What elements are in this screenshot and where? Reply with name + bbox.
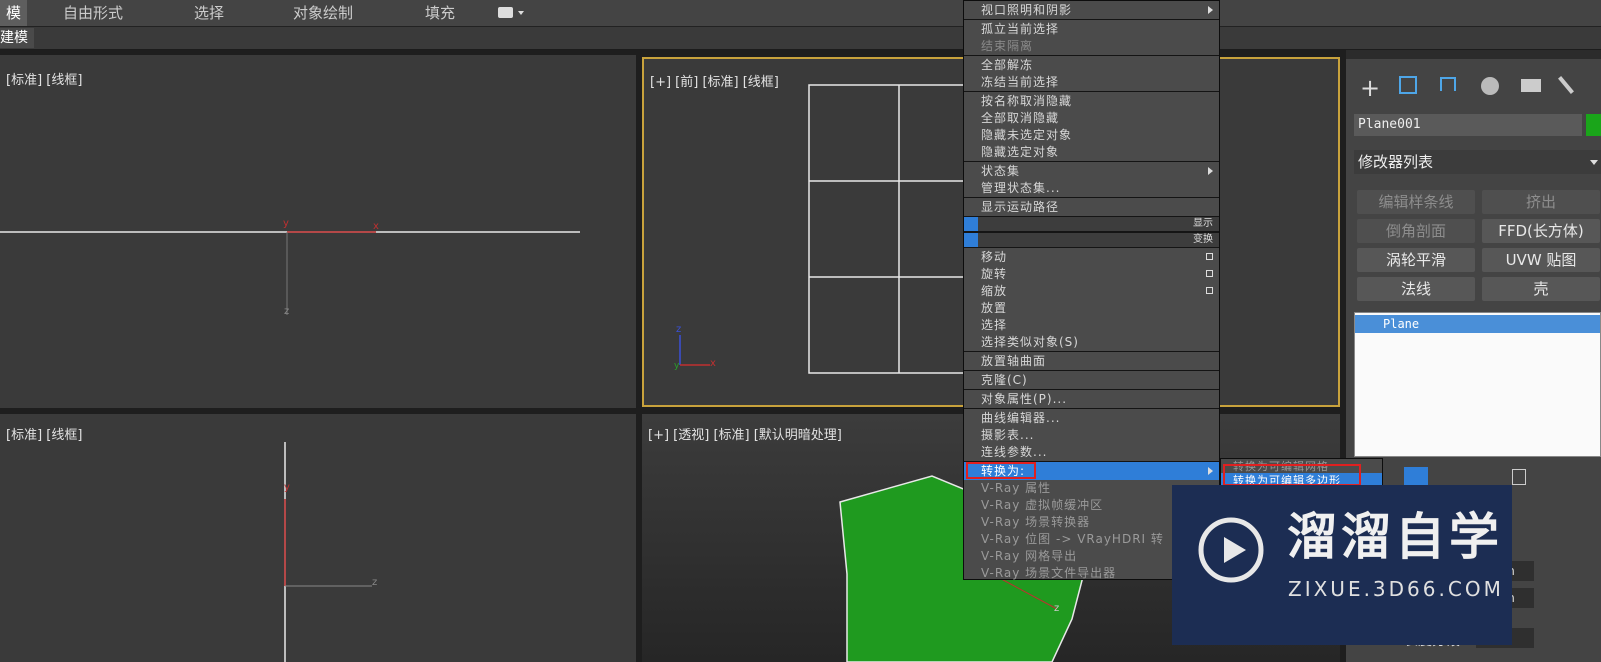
- menu-item-end-isolate[interactable]: 结束隔离: [964, 38, 1219, 54]
- submenu-arrow-icon: [1208, 6, 1213, 14]
- quad-header-label: 变换: [1193, 234, 1213, 245]
- chevron-down-icon: [1590, 160, 1598, 165]
- ribbon-subbar: [0, 27, 1601, 50]
- create-tab-icon[interactable]: +: [1360, 76, 1380, 100]
- watermark-url: ZIXUE.3D66.COM: [1288, 577, 1504, 601]
- menu-item-clone[interactable]: 克隆(C): [964, 372, 1219, 388]
- modifier-button-ffd-box[interactable]: FFD(长方体): [1482, 219, 1600, 243]
- ribbon-tab-object-paint[interactable]: 对象绘制: [293, 0, 353, 26]
- axis-y-label: y: [674, 361, 680, 371]
- utilities-tab-icon[interactable]: [1558, 76, 1574, 94]
- quad-indicator-icon: [964, 217, 978, 231]
- selection-highlight-box: [966, 462, 1036, 479]
- axis-z-label: z: [1054, 603, 1060, 614]
- menu-item-state-sets[interactable]: 状态集: [964, 163, 1219, 179]
- display-tab-icon[interactable]: [1521, 79, 1541, 92]
- menu-item-hide-selection[interactable]: 隐藏选定对象: [964, 144, 1219, 160]
- modifier-button-normal[interactable]: 法线: [1357, 277, 1475, 301]
- quad-indicator-icon: [964, 233, 978, 247]
- menu-item-hide-unselected[interactable]: 隐藏未选定对象: [964, 127, 1219, 143]
- menu-item-curve-editor[interactable]: 曲线编辑器...: [964, 410, 1219, 426]
- menu-item-move[interactable]: 移动: [964, 249, 1219, 265]
- quad-header-label: 显示: [1193, 218, 1213, 229]
- configure-sets-icon[interactable]: [1512, 469, 1526, 485]
- menu-item-unhide-by-name[interactable]: 按名称取消隐藏: [964, 93, 1219, 109]
- ribbon-tab-selection[interactable]: 选择: [194, 0, 224, 26]
- axis-y-label: y: [283, 218, 289, 229]
- menu-item-unfreeze-all[interactable]: 全部解冻: [964, 57, 1219, 73]
- menu-item-freeze-selection[interactable]: 冻结当前选择: [964, 74, 1219, 90]
- ribbon-options-icon[interactable]: [498, 7, 513, 18]
- viewport-top[interactable]: [标准] [线框] y x z: [0, 55, 636, 408]
- viewport-left-canvas: [284, 442, 372, 662]
- modifier-button-extrude[interactable]: 挤出: [1482, 190, 1600, 214]
- watermark-overlay: 溜溜自学 ZIXUE.3D66.COM: [1172, 485, 1512, 645]
- menu-item-viewport-lighting[interactable]: 视口照明和阴影: [964, 2, 1219, 18]
- menu-item-scale[interactable]: 缩放: [964, 283, 1219, 299]
- modifier-list-dropdown[interactable]: 修改器列表: [1354, 150, 1601, 174]
- menu-item-display-motion-paths[interactable]: 显示运动路径: [964, 199, 1219, 215]
- modifier-button-uvw-map[interactable]: UVW 贴图: [1482, 248, 1600, 272]
- object-color-swatch[interactable]: [1586, 114, 1601, 136]
- settings-box-icon: [1206, 287, 1213, 294]
- modify-tab-icon[interactable]: [1399, 76, 1417, 94]
- axis-y-label: y: [284, 482, 290, 493]
- axis-x-label: x: [710, 358, 716, 369]
- ribbon-bar: 模 自由形式 选择 对象绘制 填充: [0, 0, 1601, 27]
- axis-z-label: z: [676, 324, 682, 335]
- modifier-button-shell[interactable]: 壳: [1482, 277, 1600, 301]
- hierarchy-tab-icon[interactable]: [1440, 77, 1456, 91]
- modifier-button-turbosmooth[interactable]: 涡轮平滑: [1357, 248, 1475, 272]
- menu-item-object-properties[interactable]: 对象属性(P)...: [964, 391, 1219, 407]
- menu-item-isolate-selection[interactable]: 孤立当前选择: [964, 21, 1219, 37]
- menu-item-wire-parameters[interactable]: 连线参数...: [964, 444, 1219, 460]
- menu-item-place[interactable]: 放置: [964, 300, 1219, 316]
- motion-tab-icon[interactable]: [1481, 77, 1499, 95]
- selection-highlight-box: [1223, 464, 1361, 486]
- modifier-list-label: 修改器列表: [1358, 153, 1434, 171]
- object-name-field[interactable]: Plane001: [1354, 114, 1582, 136]
- chevron-down-icon[interactable]: [518, 11, 524, 15]
- viewport-left[interactable]: [标准] [线框] y z: [0, 414, 636, 662]
- submenu-arrow-icon: [1208, 167, 1213, 175]
- axis-z-label: z: [372, 577, 378, 588]
- ribbon-tab-freeform[interactable]: 自由形式: [63, 0, 123, 26]
- axis-x-label: x: [373, 221, 379, 232]
- brand-logo-icon: [1198, 517, 1264, 583]
- ribbon-subtab-polygon-modeling[interactable]: 建模: [0, 28, 34, 48]
- quad-header-transform[interactable]: 变换: [964, 232, 1219, 248]
- axis-z-label: z: [284, 306, 290, 317]
- ribbon-tab-populate[interactable]: 填充: [425, 0, 455, 26]
- menu-item-rotate[interactable]: 旋转: [964, 266, 1219, 282]
- pin-stack-icon[interactable]: [1404, 467, 1428, 487]
- menu-item-unhide-all[interactable]: 全部取消隐藏: [964, 110, 1219, 126]
- settings-box-icon: [1206, 270, 1213, 277]
- ribbon-tab-modeling[interactable]: 模: [0, 0, 28, 26]
- viewport-top-canvas: [0, 231, 580, 315]
- menu-item-dope-sheet[interactable]: 摄影表...: [964, 427, 1219, 443]
- quad-header-display[interactable]: 显示: [964, 216, 1219, 232]
- submenu-arrow-icon: [1208, 467, 1213, 475]
- modifier-button-bevel-profile[interactable]: 倒角剖面: [1357, 219, 1475, 243]
- modifier-stack[interactable]: Plane: [1354, 312, 1601, 457]
- menu-item-select[interactable]: 选择: [964, 317, 1219, 333]
- settings-box-icon: [1206, 253, 1213, 260]
- modifier-stack-item[interactable]: Plane: [1355, 315, 1600, 333]
- menu-item-place-pivot-surface[interactable]: 放置轴曲面: [964, 353, 1219, 369]
- menu-item-manage-state-sets[interactable]: 管理状态集...: [964, 180, 1219, 196]
- watermark-brand: 溜溜自学: [1287, 508, 1503, 566]
- menu-item-select-similar[interactable]: 选择类似对象(S): [964, 334, 1219, 350]
- menu-item-convert-to[interactable]: 转换为:: [964, 462, 1219, 480]
- modifier-button-edit-spline[interactable]: 编辑样条线: [1357, 190, 1475, 214]
